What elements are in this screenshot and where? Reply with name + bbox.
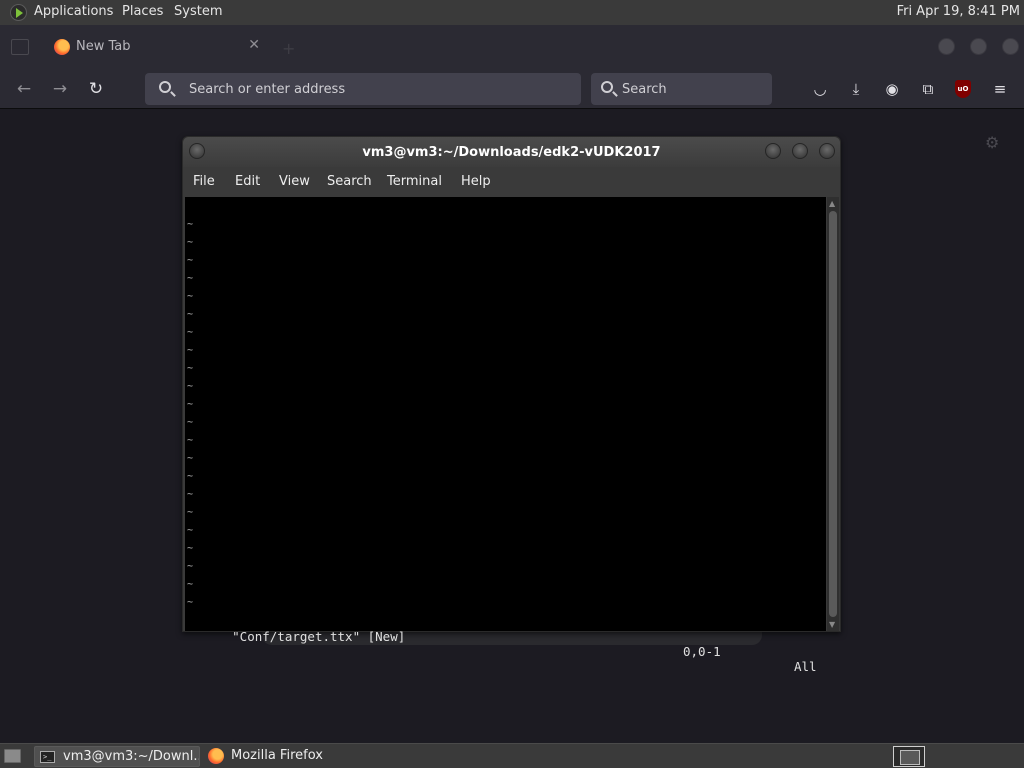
bottom-taskbar: >_ vm3@vm3:~/Downl... Mozilla Firefox <box>0 743 1024 768</box>
vim-tilde-line: ~ <box>187 255 194 266</box>
vim-tilde-line: ~ <box>187 543 194 554</box>
vim-tilde-line: ~ <box>187 417 194 428</box>
places-menu[interactable]: Places <box>122 4 163 19</box>
terminal-title: vm3@vm3:~/Downloads/edk2-vUDK2017 <box>362 145 661 160</box>
vim-tilde-line: ~ <box>187 291 194 302</box>
top-panel: Applications Places System Fri Apr 19, 8… <box>0 0 1024 25</box>
vim-tilde-line: ~ <box>187 579 194 590</box>
search-bar[interactable] <box>591 73 772 105</box>
terminal-maximize-button[interactable] <box>792 143 808 159</box>
terminal-menubar: File Edit View Search Terminal Help <box>183 167 840 196</box>
firefox-icon <box>208 748 224 764</box>
terminal-titlebar[interactable]: vm3@vm3:~/Downloads/edk2-vUDK2017 <box>183 137 840 167</box>
vim-status-line: "Conf/target.ttx" [New] 0,0-1 All <box>187 614 822 674</box>
vim-tilde-line: ~ <box>187 399 194 410</box>
vim-scroll-position: All <box>794 659 817 674</box>
vim-tilde-line: ~ <box>187 435 194 446</box>
vim-tilde-line: ~ <box>187 525 194 536</box>
menu-file[interactable]: File <box>193 174 215 189</box>
taskbar-item-firefox[interactable]: Mozilla Firefox <box>206 746 366 767</box>
minimize-button[interactable] <box>938 38 955 55</box>
url-bar[interactable] <box>145 73 581 105</box>
menu-edit[interactable]: Edit <box>235 174 260 189</box>
browser-tab-bar: New Tab ✕ + <box>0 25 1024 69</box>
vim-tilde-line: ~ <box>187 363 194 374</box>
scrollbar-thumb[interactable] <box>829 211 837 617</box>
vim-tilde-line: ~ <box>187 237 194 248</box>
extensions-icon[interactable]: ⧉ <box>918 79 938 99</box>
tab-close-icon[interactable]: ✕ <box>248 37 260 53</box>
menu-icon[interactable]: ≡ <box>990 79 1010 99</box>
firefox-icon <box>54 39 70 55</box>
scroll-down-icon[interactable]: ▼ <box>829 620 835 629</box>
gear-icon[interactable]: ⚙ <box>985 133 999 152</box>
close-window-button[interactable] <box>1002 38 1019 55</box>
applications-menu[interactable]: Applications <box>34 4 113 19</box>
vim-file-status: "Conf/target.ttx" [New] <box>232 629 406 644</box>
menu-terminal[interactable]: Terminal <box>387 174 442 189</box>
account-icon[interactable]: ◉ <box>882 79 902 99</box>
search-icon <box>159 81 171 93</box>
taskbar-item-terminal[interactable]: >_ vm3@vm3:~/Downl... <box>34 746 200 767</box>
terminal-icon: >_ <box>40 751 55 763</box>
terminal-screen[interactable]: ~ ~ ~ ~ ~ ~ ~ ~ ~ ~ ~ ~ ~ ~ ~ ~ ~ ~ ~ ~ ~ ~ "Conf/target.ttx"… <box>185 197 826 674</box>
vim-tilde-line: ~ <box>187 273 194 284</box>
browser-nav-bar: ← → ↻ ◡ ⤓ ◉ ⧉ ≡ <box>0 69 1024 109</box>
vim-tilde-line: ~ <box>187 345 194 356</box>
vim-tilde-line: ~ <box>187 489 194 500</box>
vim-tilde-line: ~ <box>187 471 194 482</box>
vim-tilde-line: ~ <box>187 219 194 230</box>
menu-search[interactable]: Search <box>327 174 372 189</box>
vim-tilde-line: ~ <box>187 561 194 572</box>
terminal-minimize-button[interactable] <box>765 143 781 159</box>
scroll-up-icon[interactable]: ▲ <box>829 199 835 208</box>
address-input[interactable] <box>189 79 559 99</box>
vim-tilde-line: ~ <box>187 597 194 608</box>
download-icon[interactable]: ⤓ <box>846 79 866 99</box>
taskbar-terminal-label: vm3@vm3:~/Downl... <box>63 749 199 764</box>
vim-tilde-line: ~ <box>187 309 194 320</box>
system-menu[interactable]: System <box>174 4 222 19</box>
tab-new-tab[interactable]: New Tab ✕ <box>40 31 266 63</box>
terminal-scrollbar[interactable]: ▲ ▼ <box>827 197 839 631</box>
clock[interactable]: Fri Apr 19, 8:41 PM <box>897 4 1020 19</box>
pocket-icon[interactable]: ◡ <box>810 79 830 99</box>
vim-tilde-line: ~ <box>187 507 194 518</box>
show-desktop-icon[interactable] <box>4 749 21 763</box>
search-input[interactable] <box>622 79 762 99</box>
sidebar-icon[interactable] <box>11 39 29 55</box>
gnome-foot-icon[interactable] <box>10 4 27 21</box>
menu-help[interactable]: Help <box>461 174 491 189</box>
reload-icon[interactable]: ↻ <box>86 79 106 99</box>
terminal-window[interactable]: vm3@vm3:~/Downloads/edk2-vUDK2017 File E… <box>182 136 841 674</box>
vim-tilde-line: ~ <box>187 453 194 464</box>
search-icon <box>601 81 613 93</box>
workspace-switcher[interactable] <box>893 746 925 767</box>
forward-icon[interactable]: → <box>50 79 70 99</box>
ublock-origin-icon[interactable]: uO <box>955 80 971 98</box>
maximize-button[interactable] <box>970 38 987 55</box>
back-icon[interactable]: ← <box>14 79 34 99</box>
vim-tilde-line: ~ <box>187 327 194 338</box>
vim-tilde-line: ~ <box>187 381 194 392</box>
vim-cursor-position: 0,0-1 <box>683 644 721 659</box>
tab-label: New Tab <box>76 39 131 54</box>
terminal-close-button[interactable] <box>819 143 835 159</box>
new-tab-icon[interactable]: + <box>282 39 295 58</box>
menu-view[interactable]: View <box>279 174 310 189</box>
taskbar-firefox-label: Mozilla Firefox <box>231 748 323 763</box>
